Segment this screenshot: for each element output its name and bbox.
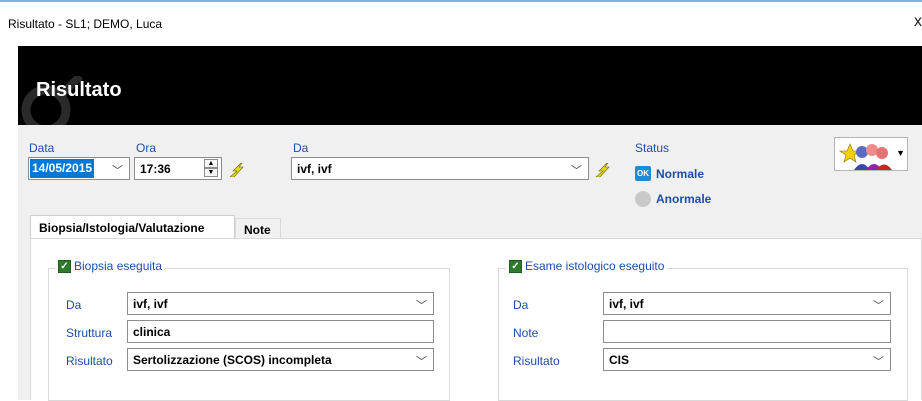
biopsia-da-select[interactable]: ivf, ivf ﹀ bbox=[127, 292, 434, 315]
da-select[interactable]: ivf, ivf ﹀ bbox=[291, 157, 589, 180]
checkmark-icon[interactable]: ✓ bbox=[58, 259, 71, 273]
istologico-note-label: Note bbox=[513, 326, 539, 340]
page-title: Risultato bbox=[36, 79, 122, 101]
biopsia-struttura-field[interactable]: clinica bbox=[127, 320, 434, 343]
status-abnormal-radio[interactable] bbox=[635, 191, 651, 207]
tab-biopsia-label: Biopsia/Istologia/Valutazione bbox=[39, 221, 205, 235]
istologico-da-select[interactable]: ivf, ivf ﹀ bbox=[603, 292, 891, 315]
time-value: 17:36 bbox=[140, 162, 171, 176]
close-button[interactable]: x bbox=[914, 14, 922, 30]
istologico-da-label: Da bbox=[513, 298, 529, 312]
lightning-icon[interactable] bbox=[594, 163, 610, 177]
spin-down-icon[interactable]: ▼ bbox=[204, 168, 218, 177]
chevron-down-icon[interactable]: ﹀ bbox=[571, 162, 582, 178]
chevron-down-icon[interactable]: ﹀ bbox=[416, 353, 427, 369]
status-abnormal-label[interactable]: Anormale bbox=[656, 192, 711, 206]
biopsia-struttura-value: clinica bbox=[133, 325, 171, 339]
data-label: Data bbox=[29, 141, 55, 155]
chevron-down-icon[interactable]: ▼ bbox=[896, 148, 905, 158]
people-group-icon bbox=[839, 143, 892, 170]
biopsia-risultato-select[interactable]: Sertolizzazione (SCOS) incompleta ﹀ bbox=[127, 348, 434, 371]
biopsia-legend[interactable]: ✓ Biopsia eseguita bbox=[55, 259, 166, 273]
biopsia-legend-label: Biopsia eseguita bbox=[74, 259, 163, 273]
ora-label: Ora bbox=[136, 141, 157, 155]
header-banner: Risultato bbox=[18, 46, 922, 125]
biopsia-struttura-label: Struttura bbox=[66, 326, 113, 340]
da-label: Da bbox=[293, 141, 309, 155]
istologico-risultato-select[interactable]: CIS ﹀ bbox=[603, 348, 891, 371]
spin-up-icon[interactable]: ▲ bbox=[204, 159, 218, 168]
chevron-down-icon[interactable]: ﹀ bbox=[873, 297, 884, 313]
time-input[interactable]: 17:36 ▲ ▼ bbox=[134, 157, 222, 180]
tab-note[interactable]: Note bbox=[235, 218, 281, 239]
istologico-risultato-label: Risultato bbox=[513, 354, 560, 368]
chevron-down-icon[interactable]: ﹀ bbox=[416, 297, 427, 313]
people-menu-button[interactable]: ▼ bbox=[834, 137, 908, 171]
istologico-legend-label: Esame istologico eseguito bbox=[525, 259, 665, 273]
istologico-note-field[interactable] bbox=[603, 320, 891, 343]
biopsia-da-label: Da bbox=[66, 298, 82, 312]
date-value: 14/05/2015 bbox=[30, 159, 95, 178]
status-normal-label[interactable]: Normale bbox=[656, 167, 704, 181]
checkmark-icon[interactable]: ✓ bbox=[509, 259, 522, 273]
istologico-risultato-value: CIS bbox=[609, 353, 630, 367]
window-title: Risultato - SL1; DEMO, Luca bbox=[8, 17, 163, 31]
chevron-down-icon[interactable]: ﹀ bbox=[873, 353, 884, 369]
date-picker[interactable]: 14/05/2015 ﹀ bbox=[28, 157, 130, 180]
tab-note-label: Note bbox=[244, 223, 271, 237]
biopsia-risultato-value: Sertolizzazione (SCOS) incompleta bbox=[133, 353, 332, 367]
chevron-down-icon[interactable]: ﹀ bbox=[112, 162, 123, 178]
title-bar: Risultato - SL1; DEMO, Luca x bbox=[0, 2, 922, 42]
da-value: ivf, ivf bbox=[297, 162, 332, 176]
istologico-legend[interactable]: ✓ Esame istologico eseguito bbox=[506, 259, 668, 273]
istologico-da-value: ivf, ivf bbox=[609, 297, 644, 311]
tab-biopsia[interactable]: Biopsia/Istologia/Valutazione bbox=[30, 215, 235, 239]
biopsia-da-value: ivf, ivf bbox=[133, 297, 168, 311]
tab-content: ✓ Biopsia eseguita Da ivf, ivf ﹀ Struttu… bbox=[30, 238, 922, 401]
status-label: Status bbox=[635, 141, 670, 155]
biopsia-risultato-label: Risultato bbox=[66, 354, 113, 368]
status-normal-radio[interactable]: OK bbox=[635, 166, 651, 181]
lightning-icon[interactable] bbox=[228, 163, 244, 177]
time-spinner[interactable]: ▲ ▼ bbox=[204, 159, 220, 178]
form-panel: Data 14/05/2015 ﹀ Ora 17:36 ▲ ▼ Da ivf, … bbox=[18, 125, 922, 401]
